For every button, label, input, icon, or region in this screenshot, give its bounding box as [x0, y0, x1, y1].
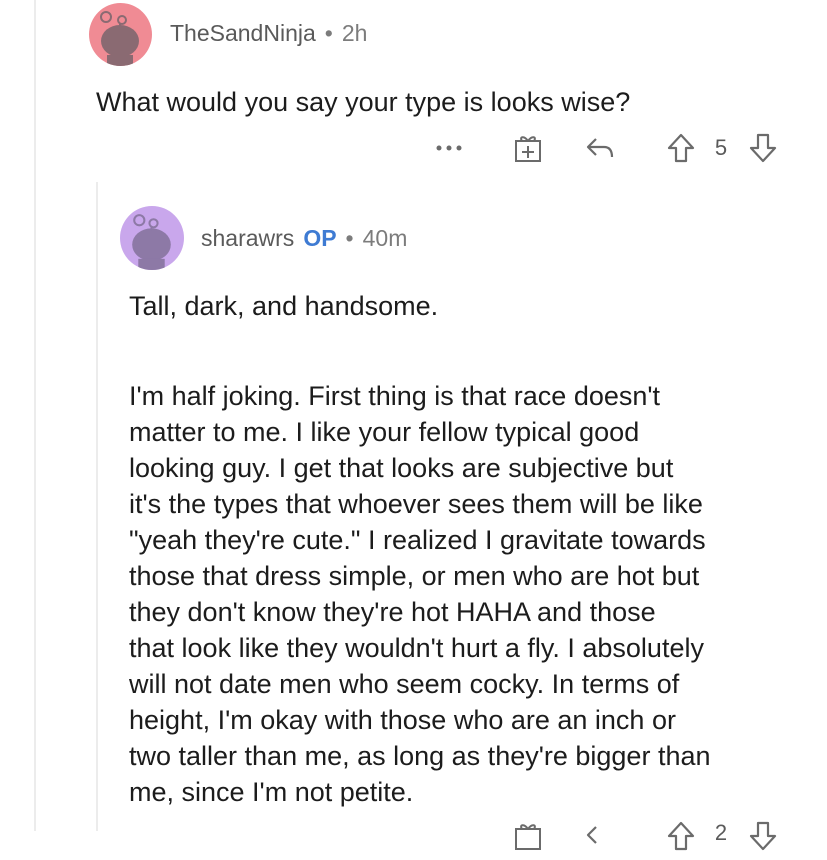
reply-button[interactable] [582, 816, 618, 856]
comment-text: What would you say your type is looks wi… [96, 87, 631, 117]
separator-dot: • [345, 225, 354, 251]
comment-line: I'm half joking. First thing is that rac… [129, 381, 661, 411]
comment-text: Tall, dark, and handsome. [129, 291, 439, 321]
comment-line: "yeah they're cute." I realized I gravit… [129, 525, 706, 555]
vote-count: 2 [714, 820, 728, 845]
reply-icon [586, 138, 614, 158]
username[interactable]: sharawrs [201, 225, 294, 252]
comment-meta: TheSandNinja • 2h [170, 20, 367, 47]
comment-line: height, I'm okay with those who are an i… [129, 705, 676, 735]
comment-paragraph: I'm half joking. First thing is that rac… [129, 378, 711, 810]
comment-meta: sharawrs OP • 40m [201, 225, 407, 252]
downvote-arrow-icon [749, 133, 777, 163]
upvote-arrow-icon [667, 821, 695, 851]
timestamp: 2h [341, 20, 368, 46]
thread-line-outer[interactable] [34, 0, 36, 831]
username[interactable]: TheSandNinja [170, 20, 316, 47]
comment-actions: 2 [0, 816, 827, 856]
comment-line: it's the types that whoever sees them wi… [129, 489, 703, 519]
timestamp: 40m [362, 225, 408, 251]
comment-line: two taller than me, as long as they're b… [129, 741, 711, 771]
downvote-arrow-icon [749, 821, 777, 851]
upvote-button[interactable] [664, 816, 698, 856]
avatar[interactable] [89, 3, 152, 66]
thread-line-reply[interactable] [96, 182, 98, 831]
vote-count: 5 [714, 135, 728, 160]
award-button[interactable] [510, 128, 546, 168]
separator-dot: • [324, 20, 333, 46]
downvote-button[interactable] [746, 816, 780, 856]
downvote-button[interactable] [746, 128, 780, 168]
comment-paragraph: Tall, dark, and handsome. [129, 288, 438, 324]
comment-line: matter to me. I like your fellow typical… [129, 417, 640, 447]
more-dots-icon [436, 145, 462, 151]
comment-line: those that dress simple, or men who are … [129, 561, 700, 591]
snoo-avatar-icon [100, 11, 139, 66]
comment-line: me, since I'm not petite. [129, 777, 414, 807]
upvote-button[interactable] [664, 128, 698, 168]
comment-line: will not date men who seem cocky. In ter… [129, 669, 680, 699]
comment-line: looking guy. I get that looks are subjec… [129, 453, 674, 483]
avatar[interactable] [120, 206, 184, 270]
comment-body: What would you say your type is looks wi… [96, 84, 630, 120]
comment-line: they don't know they're hot HAHA and tho… [129, 597, 656, 627]
gift-icon [515, 136, 541, 162]
upvote-arrow-icon [667, 133, 695, 163]
comment-actions: 5 [0, 128, 827, 168]
more-options-button[interactable] [432, 128, 466, 168]
comment-line: that look like they wouldn't hurt a fly.… [129, 633, 704, 663]
reply-button[interactable] [582, 128, 618, 168]
op-badge: OP [303, 225, 337, 251]
award-button[interactable] [510, 816, 546, 856]
snoo-avatar-icon [132, 214, 171, 270]
reply-icon [586, 826, 597, 844]
gift-icon [515, 824, 541, 850]
